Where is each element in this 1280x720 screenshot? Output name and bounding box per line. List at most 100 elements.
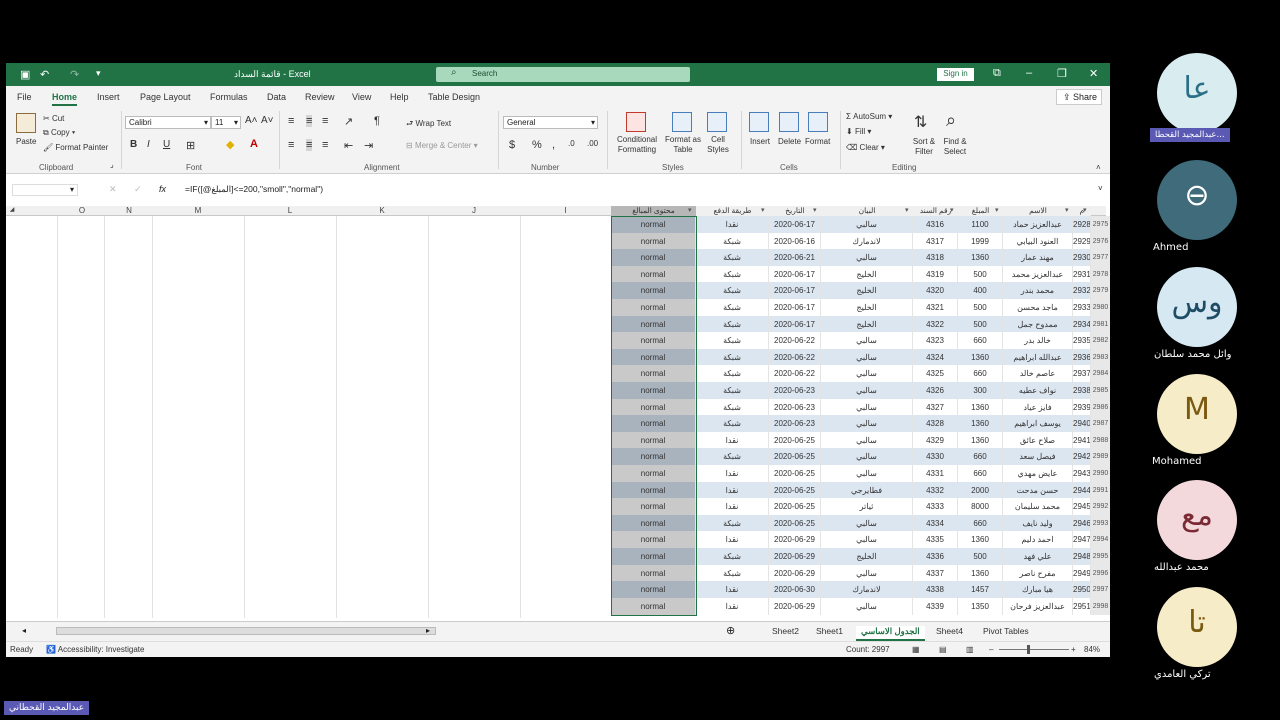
cell-index[interactable]: 2943 [1073, 465, 1091, 482]
cell-name[interactable]: حسن مدحت [1003, 481, 1073, 499]
format-cells-button[interactable]: Format [805, 137, 830, 146]
cell-name[interactable]: ماجد محسن [1003, 299, 1073, 316]
header-index[interactable]: م [1073, 206, 1091, 216]
table-row[interactable]: normal شبكة 2020-06-17 الخليج 4319 500 عبدالعز… [611, 265, 1091, 283]
percent-icon[interactable]: % [532, 139, 542, 151]
cell-name[interactable]: ممدوح جمل [1003, 315, 1073, 333]
redo-icon[interactable]: ↷ [70, 68, 79, 81]
paste-button[interactable]: Paste [16, 137, 36, 146]
cell-name[interactable]: فيصل سعد [1003, 448, 1073, 466]
cell-amount[interactable]: 400 [958, 282, 1003, 300]
table-row[interactable]: normal شبكة 2020-06-22 سالبي 4325 660 عاصم خال… [611, 365, 1091, 383]
merge-center-button[interactable]: ⊟ Merge & Center ▾ [406, 141, 478, 150]
tab-help[interactable]: Help [390, 92, 409, 102]
cell-index[interactable]: 2938 [1073, 382, 1091, 399]
tab-formulas[interactable]: Formulas [210, 92, 248, 102]
cell-amount-content[interactable]: normal [611, 531, 696, 549]
cell-receipt-number[interactable]: 4317 [913, 232, 958, 250]
cell-amount-content[interactable]: normal [611, 431, 696, 449]
cell-payment-method[interactable]: نقدا [696, 216, 769, 233]
tab-review[interactable]: Review [305, 92, 335, 102]
cell-index[interactable]: 2945 [1073, 498, 1091, 516]
filter-dropdown-icon[interactable]: ▾ [905, 206, 909, 214]
ribbon-display-icon[interactable]: ⧉ [993, 67, 1001, 80]
align-right-icon[interactable]: ≡ [322, 139, 328, 151]
cell-payment-method[interactable]: شبكة [696, 382, 769, 399]
cell-index[interactable]: 2928 [1073, 216, 1091, 233]
cell-description[interactable]: الخليج [821, 282, 913, 300]
cell-payment-method[interactable]: شبكة [696, 415, 769, 433]
share-button[interactable]: ⇪ Share [1056, 89, 1102, 105]
format-as-table-icon[interactable] [672, 112, 692, 132]
table-row[interactable]: normal شبكة 2020-06-25 سالبي 4330 660 فيصل سعد… [611, 448, 1091, 466]
cell-index[interactable]: 2950 [1073, 581, 1091, 599]
row-header[interactable]: 2987 [1091, 415, 1110, 433]
cell-payment-method[interactable]: شبكة [696, 332, 769, 350]
row-header[interactable]: 2991 [1091, 481, 1110, 499]
cell-amount-content[interactable]: normal [611, 597, 696, 615]
cell-description[interactable]: سالبي [821, 597, 913, 615]
cell-amount-content[interactable]: normal [611, 448, 696, 466]
row-header[interactable]: 2976 [1091, 232, 1110, 250]
cell-description[interactable]: سالبي [821, 348, 913, 366]
table-row[interactable]: normal نقدا 2020-06-25 فطايرجي 4332 2000 حسن م… [611, 481, 1091, 499]
zoom-slider-thumb[interactable] [1027, 645, 1030, 654]
cell-receipt-number[interactable]: 4335 [913, 531, 958, 549]
cell-date[interactable]: 2020-06-25 [769, 465, 821, 482]
sheet-tab-main-table[interactable]: الجدول الاساسي [856, 626, 925, 641]
row-header[interactable]: 2990 [1091, 465, 1110, 482]
cell-payment-method[interactable]: شبكة [696, 232, 769, 250]
page-break-view-icon[interactable]: ▥ [966, 645, 974, 654]
table-row[interactable]: normal شبكة 2020-06-23 سالبي 4328 1360 يوسف اب… [611, 415, 1091, 433]
cell-description[interactable]: سالبي [821, 448, 913, 466]
table-row[interactable]: normal شبكة 2020-06-29 الخليج 4336 500 علي فهد… [611, 548, 1091, 565]
cell-receipt-number[interactable]: 4322 [913, 315, 958, 333]
cell-index[interactable]: 2941 [1073, 431, 1091, 449]
cell-name[interactable]: عبدالعزيز فرحان [1003, 597, 1073, 615]
cancel-icon[interactable]: ✕ [109, 184, 117, 195]
cell-amount[interactable]: 660 [958, 448, 1003, 466]
cell-name[interactable]: صلاح عائق [1003, 431, 1073, 449]
tab-view[interactable]: View [352, 92, 371, 102]
cell-name[interactable]: نواف عطيه [1003, 382, 1073, 399]
align-left-icon[interactable]: ≡ [288, 139, 294, 151]
cell-index[interactable]: 2937 [1073, 365, 1091, 383]
italic-icon[interactable]: I [147, 139, 150, 150]
increase-decimal-icon[interactable]: .0 [568, 139, 575, 148]
header-name[interactable]: الاسم [1003, 206, 1073, 216]
cell-index[interactable]: 2932 [1073, 282, 1091, 300]
table-row[interactable]: normal شبكة 2020-06-21 سالبي 4318 1360 مهند عم… [611, 249, 1091, 267]
clipboard-launcher-icon[interactable]: ⌟ [110, 160, 114, 169]
cell-name[interactable]: مهند عمار [1003, 249, 1073, 267]
conditional-formatting-button[interactable]: Conditional Formatting [612, 135, 662, 155]
cell-date[interactable]: 2020-06-29 [769, 548, 821, 565]
minimize-icon[interactable]: – [1026, 67, 1032, 79]
search-box[interactable]: ⌕ Search [436, 67, 690, 82]
accounting-icon[interactable]: $ [509, 139, 515, 151]
cell-description[interactable]: سالبي [821, 216, 913, 233]
cell-receipt-number[interactable]: 4331 [913, 465, 958, 482]
font-color-icon[interactable]: A [250, 138, 258, 150]
row-header[interactable]: 2985 [1091, 382, 1110, 399]
cell-amount[interactable]: 1360 [958, 531, 1003, 549]
cell-date[interactable]: 2020-06-25 [769, 431, 821, 449]
row-header[interactable]: 2993 [1091, 514, 1110, 532]
cell-amount[interactable]: 500 [958, 265, 1003, 283]
cell-description[interactable]: سالبي [821, 465, 913, 482]
sheet-tab-pivot-tables[interactable]: Pivot Tables [983, 626, 1029, 636]
cell-amount[interactable]: 1360 [958, 398, 1003, 416]
cell-amount[interactable]: 1360 [958, 348, 1003, 366]
cell-index[interactable]: 2929 [1073, 232, 1091, 250]
participant-avatar[interactable]: مع [1157, 480, 1237, 560]
cell-name[interactable]: عبدالله ابراهيم [1003, 348, 1073, 366]
filter-dropdown-icon[interactable]: ▾ [688, 206, 692, 214]
cell-amount-content[interactable]: normal [611, 332, 696, 350]
cell-receipt-number[interactable]: 4325 [913, 365, 958, 383]
row-header[interactable]: 2992 [1091, 498, 1110, 516]
page-layout-view-icon[interactable]: ▤ [939, 645, 947, 654]
cell-description[interactable]: سالبي [821, 382, 913, 399]
cell-date[interactable]: 2020-06-25 [769, 498, 821, 516]
cell-description[interactable]: الخليج [821, 315, 913, 333]
align-top-icon[interactable]: ≡ [288, 115, 294, 127]
table-row[interactable]: normal شبكة 2020-06-23 سالبي 4327 1360 فايز عي… [611, 398, 1091, 416]
